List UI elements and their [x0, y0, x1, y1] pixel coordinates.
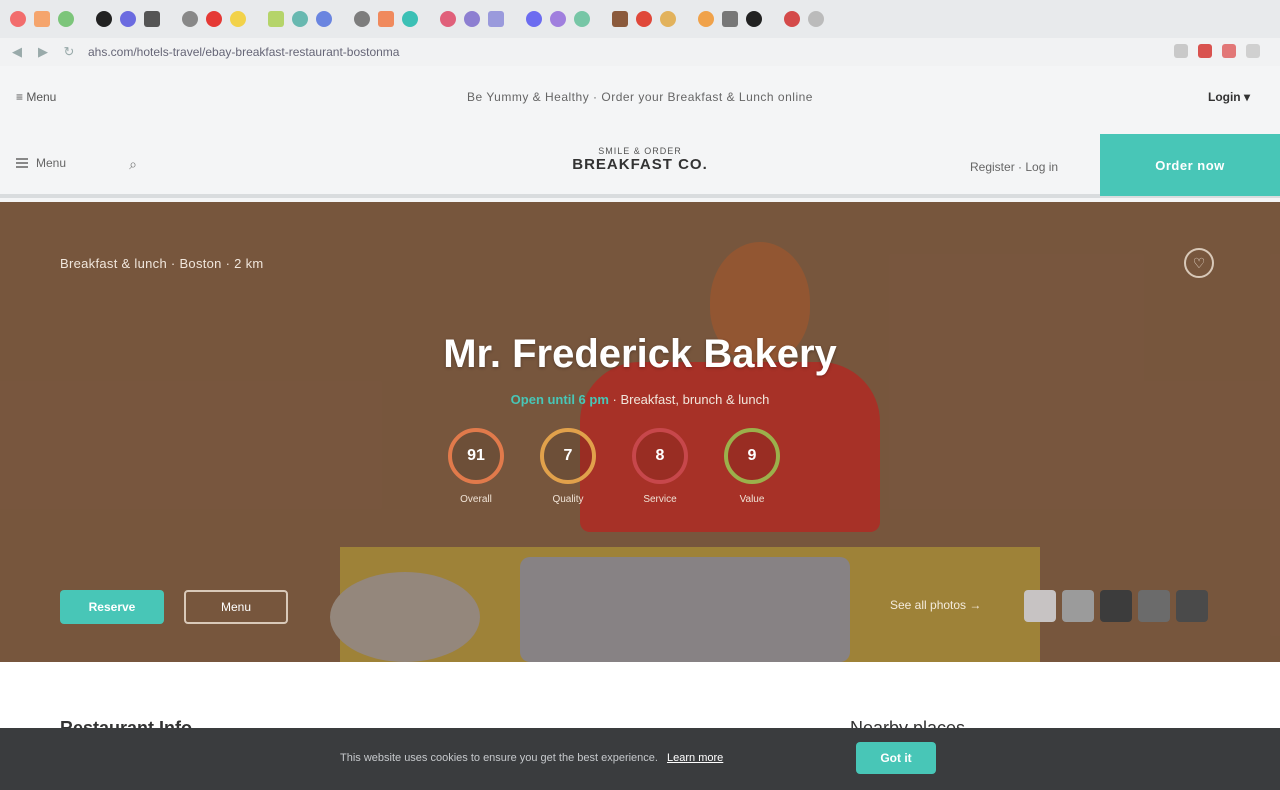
rating-ring: 91 [448, 428, 504, 484]
hamburger-icon [16, 158, 28, 168]
site-top-strip: ≡ Menu Be Yummy & Healthy · Order your B… [0, 66, 1280, 128]
extension-icon[interactable] [1198, 44, 1212, 58]
hero-section: Breakfast & lunch · Boston · 2 km ♡ Mr. … [0, 202, 1280, 662]
site-header: Menu ⌕ SMILE & ORDER BREAKFAST CO. Regis… [0, 128, 1280, 198]
rating-metric: 7 Quality [540, 428, 596, 505]
reload-icon[interactable]: ↻ [60, 43, 78, 61]
extensions-area [1174, 44, 1260, 58]
forward-icon[interactable]: ▶ [34, 43, 52, 61]
tab-favicon-icon[interactable] [550, 11, 566, 27]
hero-subtitle: Open until 6 pm · Breakfast, brunch & lu… [0, 392, 1280, 407]
tab-favicon-icon[interactable] [230, 11, 246, 27]
tab-favicon-icon[interactable] [574, 11, 590, 27]
tab-favicon-icon[interactable] [636, 11, 652, 27]
reserve-button[interactable]: Reserve [60, 590, 164, 624]
topstrip-tagline: Be Yummy & Healthy · Order your Breakfas… [467, 90, 813, 104]
rating-label: Overall [460, 494, 492, 505]
login-link[interactable]: Register · Log in [970, 160, 1058, 174]
tab-favicon-icon[interactable] [120, 11, 136, 27]
browser-tab-bar [0, 0, 1280, 38]
photo-thumbnails [1024, 590, 1208, 622]
order-now-button[interactable]: Order now [1100, 134, 1280, 196]
tab-favicon-icon[interactable] [808, 11, 824, 27]
rating-label: Service [643, 494, 677, 505]
tab-favicon-icon[interactable] [722, 11, 738, 27]
rating-ring: 7 [540, 428, 596, 484]
tab-favicon-icon[interactable] [354, 11, 370, 27]
back-icon[interactable]: ◀ [8, 43, 26, 61]
tab-favicon-icon[interactable] [660, 11, 676, 27]
rating-metrics: 91 Overall 7 Quality 8 Service 9 Value [448, 428, 780, 505]
menu-outline-button[interactable]: Menu [184, 590, 288, 624]
rating-metric: 8 Service [632, 428, 688, 505]
cookie-learn-more-link[interactable]: Learn more [667, 752, 723, 764]
tab-favicon-icon[interactable] [698, 11, 714, 27]
tab-favicon-icon[interactable] [182, 11, 198, 27]
rating-metric: 91 Overall [448, 428, 504, 505]
tab-favicon-icon[interactable] [316, 11, 332, 27]
tab-favicon-icon[interactable] [488, 11, 504, 27]
cookie-banner: This website uses cookies to ensure you … [0, 728, 1280, 790]
photo-thumbnail[interactable] [1100, 590, 1132, 622]
hero-open-status: Open until 6 pm [510, 392, 609, 407]
favorite-heart-icon[interactable]: ♡ [1184, 248, 1214, 278]
cookie-text: This website uses cookies to ensure you … [340, 752, 723, 764]
tab-favicon-icon[interactable] [526, 11, 542, 27]
tab-favicon-icon[interactable] [268, 11, 284, 27]
tab-favicon-icon[interactable] [292, 11, 308, 27]
tab-favicon-icon[interactable] [58, 11, 74, 27]
menu-button[interactable]: Menu [16, 156, 66, 170]
topstrip-login-link[interactable]: Login ▾ [1208, 90, 1250, 104]
logo-line-1: SMILE & ORDER [598, 146, 682, 156]
rating-ring: 9 [724, 428, 780, 484]
restaurant-title: Mr. Frederick Bakery [443, 332, 837, 376]
search-icon[interactable]: ⌕ [122, 156, 144, 178]
browser-address-bar: ◀ ▶ ↻ ahs.com/hotels-travel/ebay-breakfa… [0, 38, 1280, 66]
see-photos-link[interactable]: See all photos → [890, 598, 981, 612]
tab-favicon-icon[interactable] [378, 11, 394, 27]
rating-ring: 8 [632, 428, 688, 484]
tab-favicon-icon[interactable] [96, 11, 112, 27]
extension-icon[interactable] [1222, 44, 1236, 58]
logo-line-2: BREAKFAST CO. [572, 156, 708, 173]
tab-favicon-icon[interactable] [784, 11, 800, 27]
tab-favicon-icon[interactable] [144, 11, 160, 27]
menu-label: Menu [36, 156, 67, 170]
tab-favicon-icon[interactable] [34, 11, 50, 27]
cookie-accept-button[interactable]: Got it [856, 742, 936, 774]
tab-favicon-icon[interactable] [612, 11, 628, 27]
photo-thumbnail[interactable] [1176, 590, 1208, 622]
site-logo[interactable]: SMILE & ORDER BREAKFAST CO. [560, 146, 720, 173]
hero-breadcrumb[interactable]: Breakfast & lunch · Boston · 2 km [60, 256, 264, 271]
photo-thumbnail[interactable] [1138, 590, 1170, 622]
tab-favicon-icon[interactable] [10, 11, 26, 27]
extension-icon[interactable] [1174, 44, 1188, 58]
tab-favicon-icon[interactable] [206, 11, 222, 27]
tab-favicon-icon[interactable] [464, 11, 480, 27]
rating-label: Value [739, 494, 765, 505]
rating-label: Quality [552, 494, 584, 505]
url-field[interactable]: ahs.com/hotels-travel/ebay-breakfast-res… [88, 45, 399, 59]
rating-metric: 9 Value [724, 428, 780, 505]
tab-favicon-icon[interactable] [402, 11, 418, 27]
tab-favicon-icon[interactable] [746, 11, 762, 27]
tab-favicon-icon[interactable] [440, 11, 456, 27]
cookie-message: This website uses cookies to ensure you … [340, 752, 658, 764]
hero-subtitle-text: · Breakfast, brunch & lunch [612, 392, 770, 407]
photo-thumbnail[interactable] [1024, 590, 1056, 622]
extension-icon[interactable] [1246, 44, 1260, 58]
photo-thumbnail[interactable] [1062, 590, 1094, 622]
